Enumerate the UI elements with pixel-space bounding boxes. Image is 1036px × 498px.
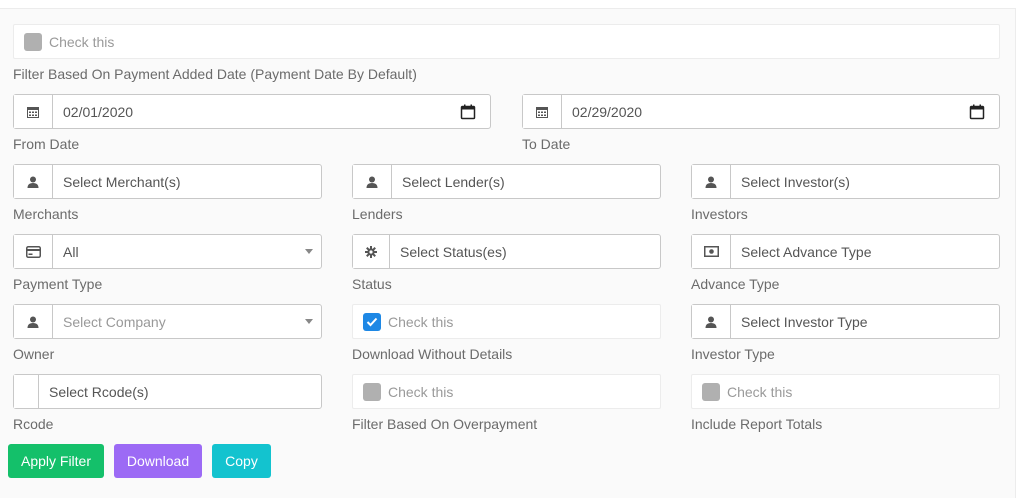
overpayment-checkbox-label: Check this — [388, 383, 454, 400]
payment-type-value: All — [63, 243, 79, 260]
payment-type-select[interactable]: All — [13, 234, 322, 269]
top-checkbox[interactable]: Check this — [13, 24, 1000, 59]
download-without-details-checkbox[interactable]: Check this — [352, 304, 661, 339]
overpayment-checkbox[interactable]: Check this — [352, 374, 661, 409]
credit-card-icon — [14, 235, 53, 268]
rcode-select[interactable]: Select Rcode(s) — [13, 374, 322, 409]
rcode-label: Rcode — [13, 416, 54, 432]
rcode-addon — [14, 375, 39, 408]
user-icon — [14, 305, 53, 338]
investor-type-placeholder: Select Investor Type — [741, 313, 868, 330]
copy-button[interactable]: Copy — [212, 444, 271, 478]
top-checkbox-label: Check this — [49, 33, 115, 50]
payment-type-label: Payment Type — [13, 276, 103, 292]
status-select[interactable]: Select Status(es) — [352, 234, 661, 269]
from-date-input[interactable]: 02/01/2020 — [53, 95, 490, 128]
chevron-down-icon[interactable] — [305, 249, 313, 254]
user-icon — [692, 165, 731, 198]
money-icon — [692, 235, 731, 268]
date-picker-icon[interactable] — [460, 104, 476, 123]
owner-select[interactable]: Select Company — [13, 304, 322, 339]
download-without-details-label: Download Without Details — [352, 346, 513, 362]
calendar-icon — [523, 95, 562, 128]
checkbox-icon[interactable] — [24, 32, 42, 51]
checkbox-checked-icon[interactable] — [363, 312, 381, 331]
merchants-select[interactable]: Select Merchant(s) — [13, 164, 322, 199]
calendar-icon — [14, 95, 53, 128]
report-totals-checkbox-label: Check this — [727, 383, 793, 400]
date-filter-label: Filter Based On Payment Added Date (Paym… — [13, 66, 417, 82]
user-icon — [14, 165, 53, 198]
owner-placeholder: Select Company — [63, 313, 166, 330]
overpayment-label: Filter Based On Overpayment — [352, 416, 538, 432]
chevron-down-icon[interactable] — [305, 319, 313, 324]
lenders-label: Lenders — [352, 206, 403, 222]
investors-select[interactable]: Select Investor(s) — [691, 164, 1000, 199]
download-without-details-checkbox-label: Check this — [388, 313, 454, 330]
status-label: Status — [352, 276, 392, 292]
advance-type-placeholder: Select Advance Type — [741, 243, 872, 260]
investors-label: Investors — [691, 206, 748, 222]
advance-type-select[interactable]: Select Advance Type — [691, 234, 1000, 269]
rcode-placeholder: Select Rcode(s) — [49, 383, 149, 400]
to-date-label: To Date — [522, 136, 571, 152]
report-totals-checkbox[interactable]: Check this — [691, 374, 1000, 409]
investor-type-select[interactable]: Select Investor Type — [691, 304, 1000, 339]
download-button[interactable]: Download — [114, 444, 202, 478]
apply-filter-button[interactable]: Apply Filter — [8, 444, 104, 478]
from-date-label: From Date — [13, 136, 80, 152]
lenders-placeholder: Select Lender(s) — [402, 173, 505, 190]
investor-type-label: Investor Type — [691, 346, 775, 362]
checkbox-icon[interactable] — [363, 382, 381, 401]
user-icon — [353, 165, 392, 198]
to-date-input[interactable]: 02/29/2020 — [562, 95, 999, 128]
advance-type-label: Advance Type — [691, 276, 780, 292]
date-picker-icon[interactable] — [969, 104, 985, 123]
status-placeholder: Select Status(es) — [400, 243, 507, 260]
from-date-group[interactable]: 02/01/2020 — [13, 94, 491, 129]
lenders-select[interactable]: Select Lender(s) — [352, 164, 661, 199]
investors-placeholder: Select Investor(s) — [741, 173, 850, 190]
user-icon — [692, 305, 731, 338]
report-totals-label: Include Report Totals — [691, 416, 823, 432]
owner-label: Owner — [13, 346, 55, 362]
from-date-value: 02/01/2020 — [63, 103, 134, 120]
to-date-group[interactable]: 02/29/2020 — [522, 94, 1000, 129]
gear-icon — [353, 235, 390, 268]
to-date-value: 02/29/2020 — [572, 103, 643, 120]
merchants-label: Merchants — [13, 206, 79, 222]
merchants-placeholder: Select Merchant(s) — [63, 173, 181, 190]
checkbox-icon[interactable] — [702, 382, 720, 401]
